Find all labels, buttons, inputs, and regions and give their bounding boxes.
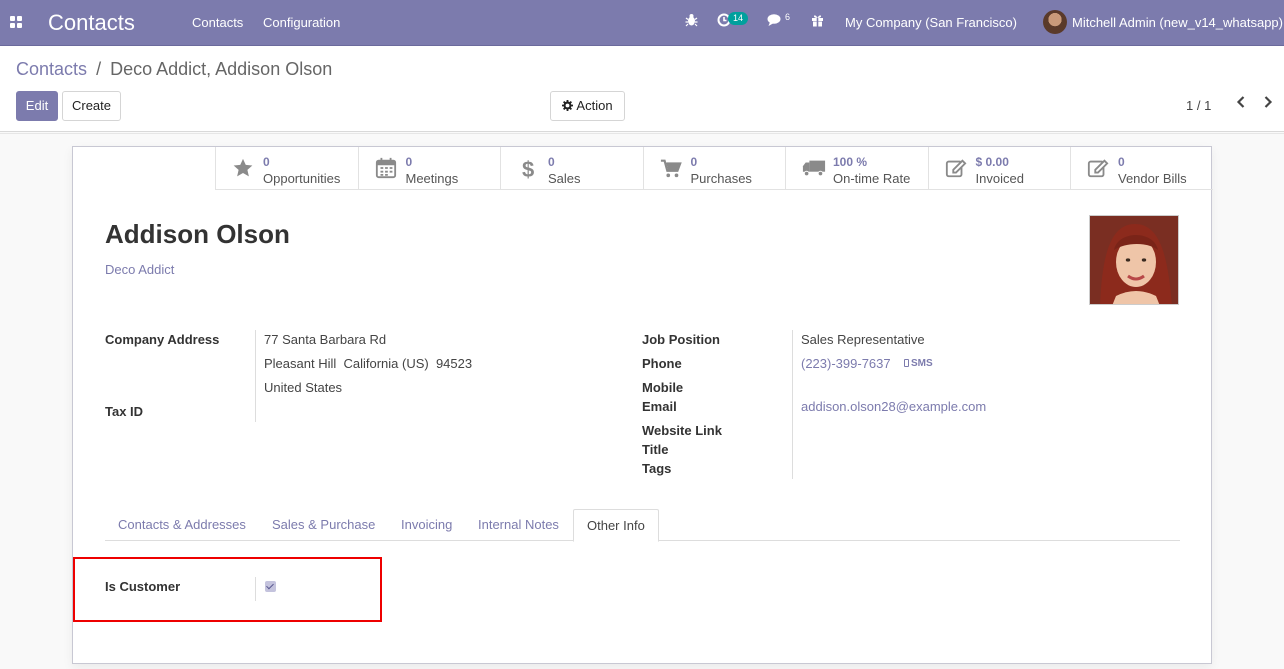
vendor-bills-label: Vendor Bills — [1118, 171, 1187, 186]
action-label: Action — [576, 98, 613, 113]
sms-button[interactable]: SMS — [904, 358, 933, 369]
mobile-phone-icon — [904, 359, 909, 367]
messaging-chat-icon[interactable] — [767, 13, 783, 30]
email-link[interactable]: addison.olson28@example.com — [801, 399, 986, 414]
message-count: 6 — [785, 12, 791, 22]
top-navbar: Contacts Contacts Configuration 14 6 My … — [0, 0, 1284, 46]
sms-label: SMS — [911, 358, 933, 369]
contact-photo — [1089, 215, 1179, 305]
edit-icon — [945, 157, 969, 181]
pager-value[interactable]: 1 / 1 — [1186, 98, 1211, 113]
smart-button-box: 0 Opportunities 0 Meetings $ 0 Sales 0 P… — [215, 147, 1213, 191]
purchases-count: 0 — [690, 155, 698, 169]
field-divider — [792, 330, 793, 479]
form-sheet: 0 Opportunities 0 Meetings $ 0 Sales 0 P… — [72, 146, 1213, 664]
invoiced-value: $ 0.00 — [975, 155, 1009, 169]
activity-count-badge: 14 — [728, 12, 749, 25]
parent-company-link[interactable]: Deco Addict — [105, 262, 174, 277]
sales-label: Sales — [548, 171, 581, 186]
truck-icon — [802, 157, 826, 181]
vendor-bills-count: 0 — [1118, 155, 1125, 169]
address-country: United States — [264, 380, 343, 395]
app-title: Contacts — [48, 10, 135, 35]
address-city-state-zip: Pleasant Hill California (US) 94523 — [264, 356, 473, 371]
phone-label: Phone — [642, 356, 682, 371]
field-divider — [255, 577, 256, 601]
contact-name: Addison Olson — [105, 219, 290, 249]
title-label: Title — [642, 442, 669, 457]
svg-text:$: $ — [522, 157, 534, 181]
tags-label: Tags — [642, 461, 672, 476]
mobile-label: Mobile — [642, 380, 684, 395]
email-label: Email — [642, 399, 677, 414]
sales-count: 0 — [548, 155, 555, 169]
vendor-bills-button[interactable]: 0 Vendor Bills — [1070, 147, 1213, 190]
breadcrumb-parent[interactable]: Contacts — [16, 59, 87, 79]
meetings-count: 0 — [405, 155, 413, 169]
cart-icon — [660, 157, 684, 181]
gift-icon[interactable] — [811, 13, 824, 30]
pager-previous-icon[interactable] — [1236, 95, 1246, 114]
breadcrumb-current: Deco Addict, Addison Olson — [110, 59, 333, 79]
purchases-button[interactable]: 0 Purchases — [642, 147, 785, 190]
debug-bug-icon[interactable] — [685, 13, 698, 30]
tab-contacts-addresses[interactable]: Contacts & Addresses — [105, 509, 259, 542]
tab-invoicing[interactable]: Invoicing — [388, 509, 465, 542]
ontime-rate-value: 100 % — [833, 155, 868, 169]
menu-configuration[interactable]: Configuration — [263, 15, 340, 30]
edit-button[interactable]: Edit — [16, 91, 58, 121]
breadcrumb-separator: / — [96, 59, 102, 79]
purchases-label: Purchases — [690, 171, 752, 186]
is-customer-checkbox[interactable] — [265, 581, 276, 592]
opportunities-label: Opportunities — [263, 171, 341, 186]
phone-link[interactable]: (223)-399-7637 — [801, 356, 891, 371]
is-customer-label: Is Customer — [105, 579, 181, 594]
tab-sales-purchase[interactable]: Sales & Purchase — [259, 509, 388, 542]
job-position-value: Sales Representative — [801, 332, 925, 347]
dollar-icon: $ — [517, 157, 541, 182]
tab-internal-notes[interactable]: Internal Notes — [465, 509, 572, 542]
meetings-label: Meetings — [405, 171, 459, 186]
action-button[interactable]: Action — [550, 91, 625, 121]
notebook-tabs: Contacts & Addresses Sales & Purchase In… — [105, 509, 1180, 542]
website-label: Website Link — [642, 423, 722, 438]
ontime-rate-label: On-time Rate — [833, 171, 911, 186]
meetings-button[interactable]: 0 Meetings — [357, 147, 500, 190]
field-divider — [255, 330, 256, 422]
sales-button[interactable]: $ 0 Sales — [500, 147, 643, 190]
opportunities-button[interactable]: 0 Opportunities — [215, 147, 358, 190]
user-avatar[interactable] — [1043, 10, 1067, 34]
user-menu[interactable]: Mitchell Admin (new_v14_whatsapp) — [1072, 15, 1283, 30]
menu-contacts[interactable]: Contacts — [192, 15, 243, 30]
job-position-label: Job Position — [642, 332, 720, 347]
pager-next-icon[interactable] — [1263, 95, 1273, 114]
tax-id-label: Tax ID — [105, 404, 144, 419]
gear-icon — [562, 93, 574, 121]
ontime-rate-button[interactable]: 100 % On-time Rate — [785, 147, 928, 190]
opportunities-count: 0 — [263, 155, 270, 169]
star-icon — [232, 157, 256, 181]
control-panel: Contacts / Deco Addict, Addison Olson Ed… — [0, 46, 1284, 134]
company-address-label: Company Address — [105, 332, 220, 347]
apps-menu-icon[interactable] — [10, 16, 23, 29]
tab-other-info[interactable]: Other Info — [573, 509, 659, 542]
breadcrumb: Contacts / Deco Addict, Addison Olson — [16, 59, 332, 80]
create-button[interactable]: Create — [62, 91, 121, 121]
invoiced-button[interactable]: $ 0.00 Invoiced — [927, 147, 1070, 190]
calendar-icon — [375, 157, 399, 181]
edit-icon — [1087, 157, 1111, 181]
invoiced-label: Invoiced — [975, 171, 1024, 186]
company-switcher[interactable]: My Company (San Francisco) — [845, 15, 1017, 30]
address-street: 77 Santa Barbara Rd — [264, 332, 387, 347]
